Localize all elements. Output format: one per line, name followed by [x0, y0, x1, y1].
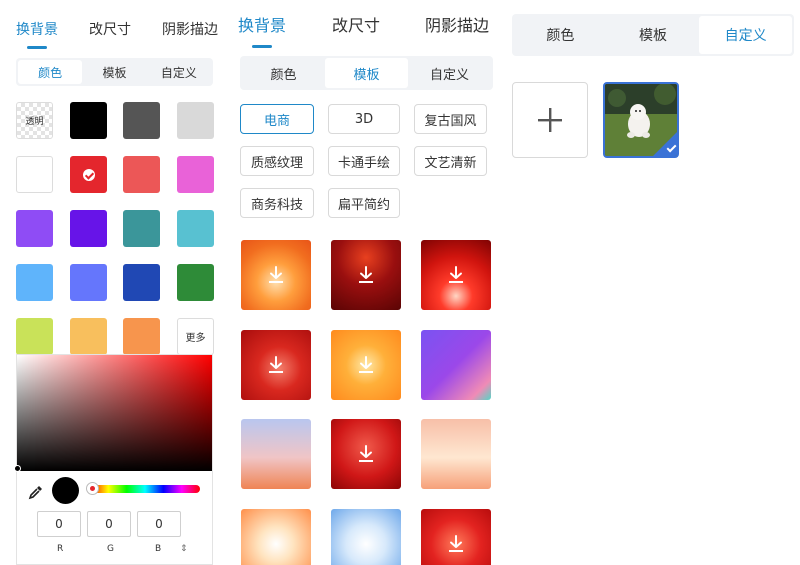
color-swatch[interactable]	[70, 264, 107, 301]
background-type-switch: 颜色 模板 自定义	[512, 14, 794, 56]
color-swatch[interactable]	[16, 210, 53, 247]
template-thumbnail[interactable]	[331, 240, 401, 310]
style-tag[interactable]: 扁平简约	[328, 188, 400, 218]
color-swatch[interactable]	[123, 318, 160, 355]
plus-icon	[538, 108, 562, 132]
hue-slider[interactable]	[86, 482, 200, 495]
saturation-handle[interactable]	[14, 465, 21, 472]
template-thumbnail[interactable]	[421, 330, 491, 400]
template-thumbnail[interactable]	[331, 330, 401, 400]
background-type-switch: 颜色 模板 自定义	[16, 58, 213, 86]
custom-panel: 颜色 模板 自定义	[500, 0, 800, 565]
template-thumbnail[interactable]	[331, 419, 401, 489]
segment-template[interactable]: 模板	[325, 58, 408, 88]
template-panel: 换背景 改尺寸 阴影描边 颜色 模板 自定义 电商 3D 复古国风质感纹理 卡通手绘文…	[228, 0, 500, 565]
red-input[interactable]: 0	[37, 511, 81, 537]
template-thumbnail[interactable]	[331, 509, 401, 565]
color-swatch[interactable]	[70, 318, 107, 355]
segment-custom[interactable]: 自定义	[408, 58, 491, 88]
swatch-transparent[interactable]: 透明	[16, 102, 53, 139]
style-tag[interactable]: 3D	[328, 104, 400, 134]
color-panel: 换背景 改尺寸 阴影描边 颜色 模板 自定义 透明 更多 0 0 0 R G B…	[0, 0, 228, 565]
segment-template[interactable]: 模板	[607, 16, 700, 54]
check-icon	[82, 168, 95, 181]
tab-shadow-stroke[interactable]: 阴影描边	[425, 12, 489, 36]
green-label: G	[107, 544, 114, 554]
more-colors-button[interactable]: 更多	[177, 318, 214, 355]
style-tag[interactable]: 商务科技	[240, 188, 314, 218]
color-swatch[interactable]	[177, 210, 214, 247]
download-icon	[269, 266, 283, 283]
segment-template[interactable]: 模板	[82, 60, 146, 84]
red-label: R	[57, 544, 64, 554]
template-thumbnail[interactable]	[241, 330, 311, 400]
segment-custom[interactable]: 自定义	[147, 60, 211, 84]
blue-input[interactable]: 0	[137, 511, 181, 537]
segment-custom[interactable]: 自定义	[699, 16, 793, 54]
download-icon	[359, 266, 373, 283]
color-swatch[interactable]	[70, 156, 107, 193]
uploaded-image-thumbnail[interactable]	[603, 82, 679, 158]
template-thumbnail[interactable]	[421, 509, 491, 565]
template-thumbnail[interactable]	[421, 419, 491, 489]
color-swatch[interactable]	[123, 210, 160, 247]
color-swatch[interactable]	[16, 264, 53, 301]
template-thumbnail[interactable]	[241, 509, 311, 565]
color-swatch[interactable]	[123, 264, 160, 301]
top-tabs: 换背景 改尺寸 阴影描边	[0, 0, 228, 49]
eyedropper-icon[interactable]	[25, 481, 47, 503]
style-tag[interactable]: 文艺清新	[414, 146, 487, 176]
template-thumbnail[interactable]	[421, 240, 491, 310]
color-swatch[interactable]	[177, 264, 214, 301]
template-thumbnail[interactable]	[241, 240, 311, 310]
download-icon	[359, 356, 373, 373]
background-type-switch: 颜色 模板 自定义	[240, 56, 493, 90]
green-input[interactable]: 0	[87, 511, 131, 537]
style-tag[interactable]: 质感纹理	[240, 146, 314, 176]
download-icon	[449, 535, 463, 552]
blue-label: B	[155, 544, 162, 554]
saturation-value-area[interactable]	[14, 355, 212, 472]
tab-shadow-stroke[interactable]: 阴影描边	[162, 19, 218, 39]
template-thumbnail[interactable]	[241, 419, 311, 489]
upload-image-button[interactable]	[512, 82, 588, 158]
top-tabs: 换背景 改尺寸 阴影描边	[228, 0, 500, 48]
segment-color[interactable]: 颜色	[18, 60, 83, 84]
color-swatch[interactable]	[123, 156, 160, 193]
download-icon	[359, 445, 373, 462]
segment-color[interactable]: 颜色	[242, 58, 325, 88]
color-mode-toggle-icon[interactable]: ⇕	[180, 544, 188, 554]
style-tag[interactable]: 卡通手绘	[328, 146, 400, 176]
transparent-label: 透明	[25, 117, 44, 127]
tab-resize[interactable]: 改尺寸	[332, 12, 380, 36]
color-swatch[interactable]	[177, 102, 214, 139]
color-preview	[52, 477, 79, 504]
tab-change-background[interactable]: 换背景	[16, 19, 58, 49]
download-icon	[269, 356, 283, 373]
style-tag[interactable]: 电商	[240, 104, 314, 134]
download-icon	[449, 266, 463, 283]
segment-color[interactable]: 颜色	[514, 16, 607, 54]
tab-change-background[interactable]: 换背景	[238, 12, 286, 48]
color-picker: 0 0 0 R G B ⇕	[14, 354, 213, 565]
color-swatch[interactable]	[16, 156, 53, 193]
color-swatch[interactable]	[123, 102, 160, 139]
color-swatch[interactable]	[70, 102, 107, 139]
color-swatch[interactable]	[177, 156, 214, 193]
style-tag[interactable]: 复古国风	[414, 104, 487, 134]
color-swatch[interactable]	[16, 318, 53, 355]
color-swatch[interactable]	[70, 210, 107, 247]
tab-resize[interactable]: 改尺寸	[89, 19, 131, 39]
hue-handle[interactable]	[86, 482, 99, 495]
